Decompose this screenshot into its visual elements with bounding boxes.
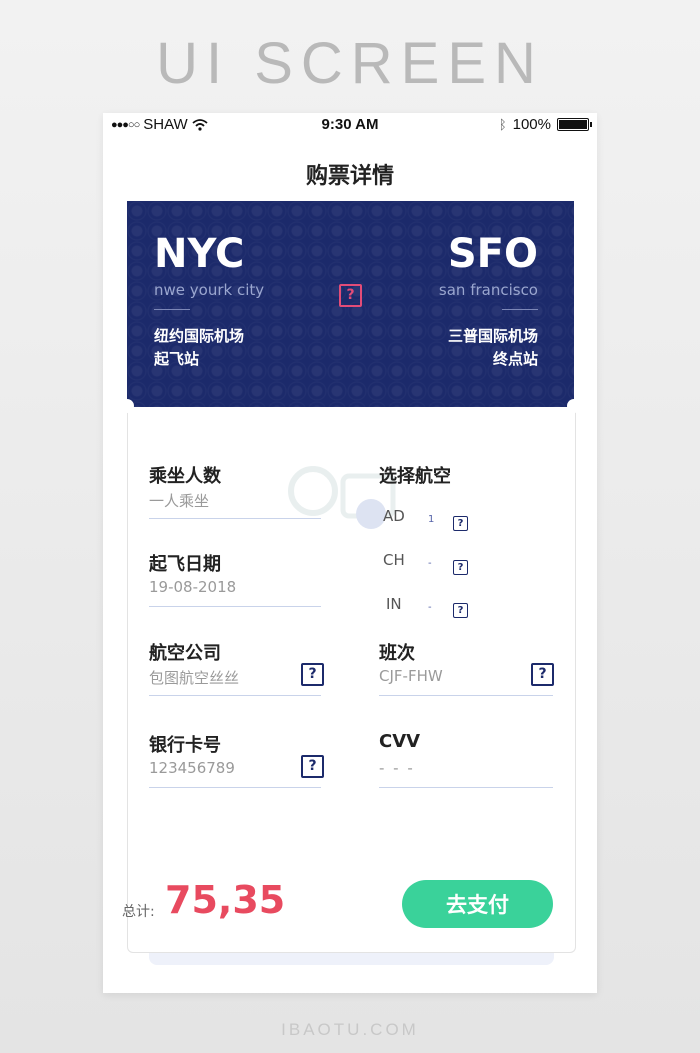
passengers-label: 乘坐人数	[149, 466, 221, 487]
departure-date-label: 起飞日期	[149, 554, 221, 575]
question-box-icon: ?	[453, 603, 468, 618]
airline-option-in-count: -	[428, 602, 432, 613]
origin-code: NYC	[154, 231, 245, 277]
flight-number-input[interactable]: CJF-FHW	[379, 667, 443, 685]
poster-title: UI SCREEN	[156, 31, 544, 96]
departure-date-underline	[149, 606, 321, 607]
airline-option-ch-count: -	[428, 558, 432, 569]
origin-airport: 纽约国际机场	[154, 327, 245, 345]
total-amount: 75,35	[165, 878, 286, 922]
status-bar: ●●●○○ SHAW 9:30 AM ᛒ 100%	[109, 116, 592, 136]
airline-option-ad-count: 1	[428, 514, 435, 525]
bank-card-help-icon[interactable]: ?	[301, 755, 324, 778]
destination-divider	[502, 309, 538, 310]
page-title: 购票详情	[305, 164, 394, 189]
airline-option-ad-help[interactable]: ?	[453, 511, 468, 531]
airline-select-label: 选择航空	[379, 466, 451, 487]
poster-footer: IBAOTU.COM	[281, 1020, 419, 1039]
airline-option-ad[interactable]: AD	[383, 507, 405, 525]
destination-code: SFO	[447, 231, 538, 277]
airline-option-ch[interactable]: CH	[383, 551, 405, 569]
flight-number-help-icon[interactable]: ?	[531, 663, 554, 686]
passengers-input[interactable]: 一人乘坐	[149, 490, 209, 511]
destination-role: 终点站	[492, 350, 538, 368]
cvv-input[interactable]: - - -	[379, 759, 415, 777]
battery-icon	[557, 118, 592, 131]
origin-divider	[154, 309, 190, 310]
battery-percent: 100%	[512, 116, 551, 133]
flight-banner: NYC nwe yourk city 纽约国际机场 起飞站 ? SFO san …	[127, 201, 574, 407]
ticket-notch-left	[120, 399, 134, 413]
question-box-icon: ?	[453, 516, 468, 531]
card-stack-shadow	[149, 953, 554, 965]
airline-company-help-icon[interactable]: ?	[301, 663, 324, 686]
departure-date-input[interactable]: 19-08-2018	[149, 578, 236, 596]
cvv-underline	[379, 787, 553, 788]
origin-role: 起飞站	[154, 350, 200, 368]
flight-number-underline	[379, 695, 553, 696]
question-box-icon: ?	[453, 560, 468, 575]
flight-number-label: 班次	[379, 643, 415, 664]
passengers-underline	[149, 518, 321, 519]
airline-company-underline	[149, 695, 321, 696]
destination-city: san francisco	[438, 281, 538, 299]
airline-company-input[interactable]: 包图航空丝丝	[149, 667, 239, 688]
bluetooth-icon: ᛒ	[498, 117, 507, 132]
cvv-label: CVV	[379, 731, 421, 752]
airline-option-in-help[interactable]: ?	[453, 598, 468, 618]
airline-option-in[interactable]: IN	[386, 595, 402, 613]
origin-city: nwe yourk city	[154, 281, 265, 299]
bank-card-label: 银行卡号	[149, 735, 221, 756]
bank-card-underline	[149, 787, 321, 788]
airline-company-label: 航空公司	[149, 643, 221, 664]
phone-screen: ●●●○○ SHAW 9:30 AM ᛒ 100% 购票详情 NYC nwe y…	[103, 113, 597, 993]
question-box-icon[interactable]: ?	[339, 284, 362, 307]
pay-button[interactable]: 去支付	[402, 880, 553, 928]
bank-card-input[interactable]: 123456789	[149, 759, 235, 777]
destination-airport: 三普国际机场	[447, 327, 538, 345]
ticket-notch-right	[567, 399, 581, 413]
airline-option-selected-highlight	[356, 499, 386, 529]
total-label: 总计:	[122, 904, 155, 920]
airline-option-ch-help[interactable]: ?	[453, 555, 468, 575]
